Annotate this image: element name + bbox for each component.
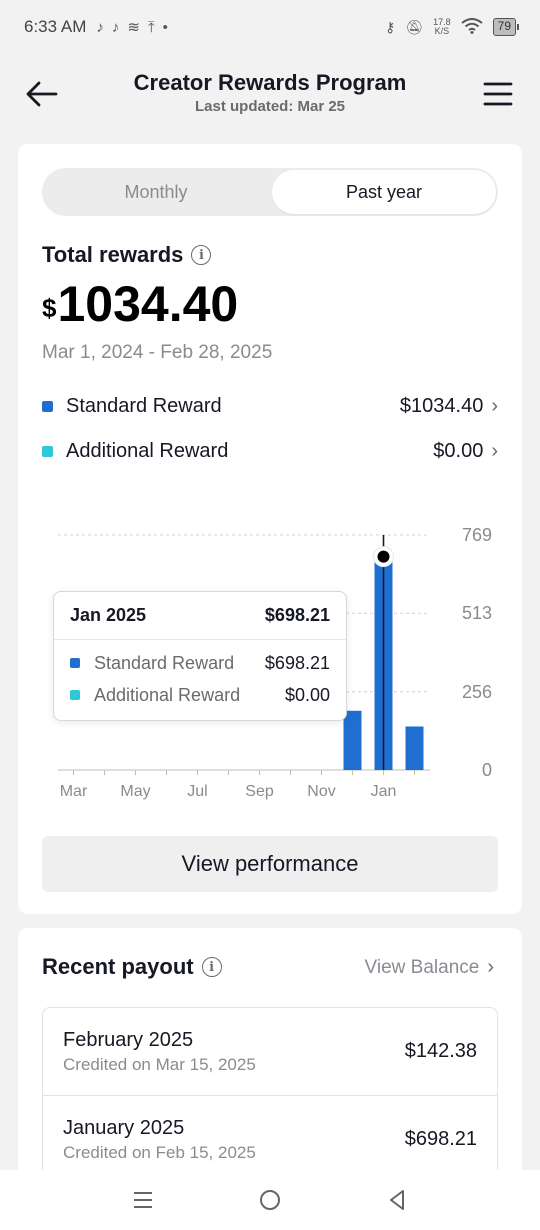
bar xyxy=(405,726,424,770)
last-updated: Last updated: Mar 25 xyxy=(194,98,346,115)
payout-credited-date: Credited on Mar 15, 2025 xyxy=(63,1054,256,1074)
tab-past-year[interactable]: Past year xyxy=(272,170,496,214)
view-balance-link[interactable]: View Balance › xyxy=(365,956,494,979)
menu-lines-icon xyxy=(134,1192,153,1208)
tooltip-total: $698.21 xyxy=(264,605,330,625)
menu-button[interactable] xyxy=(478,74,518,114)
bar xyxy=(343,710,362,770)
view-performance-button[interactable]: View performance xyxy=(42,836,498,892)
recent-payout-heading: Recent payout i xyxy=(42,954,222,980)
wifi-icon xyxy=(461,17,483,37)
circle-icon xyxy=(259,1190,280,1210)
battery-icon: 79 xyxy=(492,18,520,36)
x-tick-label: Mar xyxy=(60,783,88,800)
app-header: Creator Rewards Program Last updated: Ma… xyxy=(0,60,540,130)
total-rewards-amount: $ 1034.40 xyxy=(42,276,238,332)
payout-month: January 2025 xyxy=(63,1116,185,1139)
total-rewards-heading: Total rewards i xyxy=(42,242,212,268)
tooltip-row-additional: Additional Reward $0.00 xyxy=(54,679,346,711)
chevron-right-icon: › xyxy=(491,394,498,417)
tooltip-standard-swatch xyxy=(70,658,80,668)
additional-reward-row[interactable]: Additional Reward $0.00 › xyxy=(42,437,498,465)
chevron-right-icon: › xyxy=(487,956,494,978)
tooltip-row-standard: Standard Reward $698.21 xyxy=(54,647,346,679)
currency-symbol: $ xyxy=(42,293,57,323)
tooltip-title: Jan 2025 xyxy=(70,605,147,625)
payout-item[interactable]: February 2025 Credited on Mar 15, 2025 $… xyxy=(43,1008,497,1096)
tooltip-standard-label: Standard Reward xyxy=(94,652,235,673)
additional-reward-label: Additional Reward xyxy=(66,439,229,462)
tooltip-additional-value: $0.00 xyxy=(284,684,330,705)
status-bar: 6:33 AM ♪ ♪ ≋ ⤒ • ⚷ 🔕︎ 17.8 K/S 79 xyxy=(0,0,540,54)
payout-credited-date: Credited on Feb 15, 2025 xyxy=(63,1142,256,1162)
payout-month: February 2025 xyxy=(63,1028,194,1051)
triangle-back-icon xyxy=(389,1190,404,1210)
tooltip-standard-value: $698.21 xyxy=(264,652,330,673)
y-tick-label: 769 xyxy=(462,525,492,545)
payout-amount: $698.21 xyxy=(404,1128,477,1150)
system-icons: ⚷ 🔕︎ 17.8 K/S 79 xyxy=(385,17,520,37)
back-nav-button[interactable] xyxy=(377,1180,417,1220)
recent-payout-label: Recent payout xyxy=(42,954,194,979)
dot-icon: • xyxy=(162,18,168,36)
chevron-right-icon: › xyxy=(491,439,498,462)
recent-payout-card: Recent payout i View Balance › February … xyxy=(18,928,522,1188)
status-time: 6:33 AM xyxy=(24,17,87,36)
payout-list: February 2025 Credited on Mar 15, 2025 $… xyxy=(42,1007,498,1184)
total-rewards-label: Total rewards xyxy=(42,242,184,267)
standard-reward-row[interactable]: Standard Reward $1034.40 › xyxy=(42,392,498,420)
period-toggle: Monthly Past year xyxy=(42,168,498,216)
tooltip-additional-swatch xyxy=(70,690,80,700)
y-tick-label: 0 xyxy=(482,760,492,780)
standard-reward-swatch xyxy=(42,400,53,412)
date-range: Mar 1, 2024 - Feb 28, 2025 xyxy=(42,342,273,363)
additional-reward-swatch xyxy=(42,445,53,457)
payout-amount: $142.38 xyxy=(404,1040,477,1062)
x-tick-label: Nov xyxy=(307,783,335,800)
system-navigation-bar xyxy=(0,1170,540,1230)
total-amount-value: 1034.40 xyxy=(57,276,239,332)
wifi-small-icon: ≋ xyxy=(127,19,140,36)
tooltip-additional-label: Additional Reward xyxy=(94,684,241,705)
selection-marker xyxy=(377,550,390,563)
additional-reward-value: $0.00 xyxy=(433,439,484,462)
view-balance-label: View Balance xyxy=(364,956,480,978)
chart-tooltip: Jan 2025 $698.21 Standard Reward $698.21… xyxy=(53,591,347,721)
notification-icons: ♪ ♪ ≋ ⤒ • xyxy=(96,18,168,37)
info-icon[interactable]: i xyxy=(191,245,212,265)
y-tick-label: 513 xyxy=(462,603,492,623)
mute-bell-icon: 🔕︎ xyxy=(405,18,424,35)
info-icon[interactable]: i xyxy=(201,957,222,977)
x-tick-label: Jan xyxy=(371,783,397,800)
standard-reward-label: Standard Reward xyxy=(66,394,222,417)
hamburger-icon xyxy=(483,82,513,106)
home-button[interactable] xyxy=(250,1180,290,1220)
network-speed: 17.8 K/S xyxy=(433,17,451,36)
key-icon: ⚷ xyxy=(385,18,396,35)
x-tick-label: Sep xyxy=(245,783,274,800)
tab-monthly[interactable]: Monthly xyxy=(44,170,268,214)
page-title: Creator Rewards Program xyxy=(133,70,407,95)
x-tick-label: Jul xyxy=(187,783,207,800)
recent-apps-button[interactable] xyxy=(123,1180,163,1220)
standard-reward-value: $1034.40 xyxy=(399,394,484,417)
upload-icon: ⤒ xyxy=(147,18,155,36)
tiktok-icon: ♪ xyxy=(96,18,104,36)
tiktok-icon: ♪ xyxy=(111,18,120,36)
x-tick-label: May xyxy=(120,783,150,800)
y-tick-label: 256 xyxy=(462,682,492,702)
